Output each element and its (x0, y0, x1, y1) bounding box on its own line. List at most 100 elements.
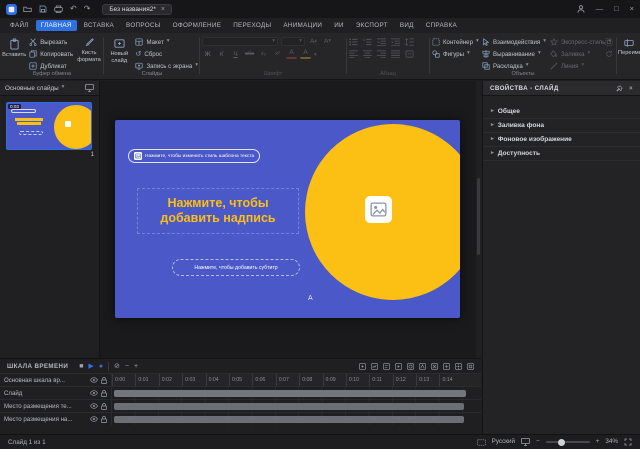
eye-icon[interactable] (90, 377, 98, 383)
duplicate-button[interactable]: Дубликат (29, 61, 73, 71)
tab-file[interactable]: ФАЙЛ (5, 20, 34, 31)
bold-button[interactable]: Ж (202, 50, 213, 60)
tab-insert[interactable]: ВСТАВКА (79, 20, 119, 31)
slide-canvas[interactable]: Нажмите, чтобы изменить стиль шаблона те… (100, 81, 481, 358)
paste-button[interactable]: Вставить (2, 35, 26, 71)
no-selection-icon[interactable]: ⊘ (114, 363, 120, 370)
timeline-tool-icon[interactable] (359, 363, 366, 370)
line-spacing-icon[interactable] (405, 38, 414, 46)
scrollbar-thumb[interactable] (477, 178, 480, 256)
slide-title-placeholder[interactable]: Нажмите, чтобы добавить надпись (137, 188, 299, 234)
document-tab[interactable]: Без названия2* × (102, 4, 172, 15)
tab-help[interactable]: СПРАВКА (421, 20, 462, 31)
align-right-icon[interactable] (377, 50, 386, 58)
rotate-object-icon[interactable] (604, 49, 614, 59)
tab-animations[interactable]: АНИМАЦИИ (278, 20, 327, 31)
track-bar-slide[interactable] (114, 390, 466, 397)
lock-icon[interactable] (101, 390, 107, 397)
increase-indent-icon[interactable] (391, 38, 400, 46)
bullet-list-icon[interactable] (349, 38, 358, 46)
zoom-slider-knob[interactable] (558, 439, 565, 446)
track-lane-text-placeholder[interactable] (112, 400, 481, 412)
close-button[interactable]: × (630, 5, 634, 13)
tab-view[interactable]: ВИД (395, 20, 419, 31)
tab-ai[interactable]: ИИ (329, 20, 349, 31)
timeline-tool-icon[interactable] (395, 363, 402, 370)
save-icon[interactable] (39, 5, 47, 13)
properties-section-row[interactable]: ▸ Заливка фона (483, 119, 640, 133)
track-lane-image-placeholder[interactable] (112, 413, 481, 425)
group-objects-icon[interactable] (604, 37, 614, 47)
minimize-button[interactable]: — (596, 5, 604, 13)
track-label-image-placeholder[interactable]: Место размещения на... (0, 413, 112, 425)
timeline-ruler[interactable]: 0:000:010:020:030:040:050:060:070:080:09… (112, 374, 481, 386)
zoom-in-timeline-icon[interactable]: + (134, 363, 138, 370)
align-justify-icon[interactable] (391, 50, 400, 58)
undo-icon[interactable]: ↶ (70, 5, 77, 13)
keyboard-language-icon[interactable] (477, 439, 486, 446)
tab-export[interactable]: ЭКСПОРТ (351, 20, 393, 31)
font-color-button[interactable]: А (286, 50, 297, 59)
slide-thumbnail-1[interactable]: 0:03 (6, 102, 92, 150)
rename-button[interactable]: Переимен... (618, 35, 640, 71)
print-icon[interactable] (54, 5, 63, 13)
numbered-list-icon[interactable] (363, 38, 372, 46)
user-account-icon[interactable] (577, 5, 585, 13)
slide-size-icon[interactable] (85, 84, 94, 92)
slides-view-select[interactable]: Основные слайды (5, 85, 59, 92)
timeline-tool-icon[interactable] (467, 363, 474, 370)
tab-design[interactable]: ОФОРМЛЕНИЕ (168, 20, 227, 31)
arrange-button[interactable]: Раскладка ▾ (482, 61, 546, 71)
language-indicator[interactable]: Русский (492, 439, 515, 445)
slide-top-pill-placeholder[interactable]: Нажмите, чтобы изменить стиль шаблона те… (128, 149, 260, 163)
text-direction-icon[interactable] (405, 50, 414, 58)
reset-button[interactable]: ↺ Сброс (135, 49, 198, 59)
new-slide-button[interactable]: Новый слайд (106, 35, 132, 71)
slide[interactable]: Нажмите, чтобы изменить стиль шаблона те… (115, 120, 460, 318)
align-left-icon[interactable] (349, 50, 358, 58)
tab-home[interactable]: ГЛАВНАЯ (36, 20, 77, 31)
lock-icon[interactable] (101, 416, 107, 423)
properties-section-row[interactable]: ▸ Фоновое изображение (483, 133, 640, 147)
italic-button[interactable]: К (216, 50, 227, 60)
zoom-out-icon[interactable]: − (536, 439, 540, 445)
properties-section-row[interactable]: ▸ Общее (483, 105, 640, 119)
fit-to-window-icon[interactable] (624, 438, 632, 446)
timeline-tool-icon[interactable] (407, 363, 414, 370)
lock-icon[interactable] (101, 377, 107, 384)
main-timescale-label[interactable]: Основная шкала вр... (0, 374, 112, 386)
properties-section-row[interactable]: ▸ Доступность (483, 147, 640, 161)
subscript-button[interactable]: х₂ (258, 50, 269, 60)
fill-button[interactable]: Заливка ▾ (550, 49, 600, 59)
pin-panel-icon[interactable] (616, 85, 623, 92)
slide-subtitle-placeholder[interactable]: Нажмите, чтобы добавить субтитр (172, 259, 300, 276)
track-label-slide[interactable]: Слайд (0, 387, 112, 399)
tab-questions[interactable]: ВОПРОСЫ (121, 20, 166, 31)
track-bar-image-placeholder[interactable] (114, 416, 464, 423)
timeline-tool-icon[interactable] (383, 363, 390, 370)
align-center-icon[interactable] (363, 50, 372, 58)
slide-image-placeholder[interactable] (365, 196, 392, 223)
strikethrough-button[interactable]: абв (244, 50, 255, 60)
layout-button[interactable]: Макет ▾ (135, 37, 198, 47)
interactions-button[interactable]: Взаимодействия ▾ (482, 37, 546, 47)
eye-icon[interactable] (90, 403, 98, 409)
fit-slide-icon[interactable] (521, 438, 530, 446)
track-bar-text-placeholder[interactable] (114, 403, 464, 410)
maximize-button[interactable]: □ (614, 5, 619, 13)
timeline-tool-icon[interactable] (431, 363, 438, 370)
eye-icon[interactable] (90, 416, 98, 422)
vertical-scrollbar[interactable] (476, 81, 481, 358)
shapes-button[interactable]: Фигуры ▾ (432, 49, 478, 59)
format-painter-button[interactable]: Кисть формата (76, 35, 102, 71)
line-button[interactable]: Линия ▾ (550, 61, 600, 71)
zoom-slider[interactable] (546, 441, 590, 443)
copy-button[interactable]: Копировать (29, 49, 73, 59)
timeline-tool-icon[interactable] (455, 363, 462, 370)
redo-icon[interactable]: ↷ (84, 5, 91, 13)
timeline-tool-icon[interactable] (419, 363, 426, 370)
chevron-down-icon[interactable]: ▾ (314, 50, 317, 59)
decrease-font-button[interactable]: А▾ (322, 37, 333, 47)
zoom-level[interactable]: 34% (605, 439, 618, 445)
track-lane-slide[interactable] (112, 387, 481, 399)
